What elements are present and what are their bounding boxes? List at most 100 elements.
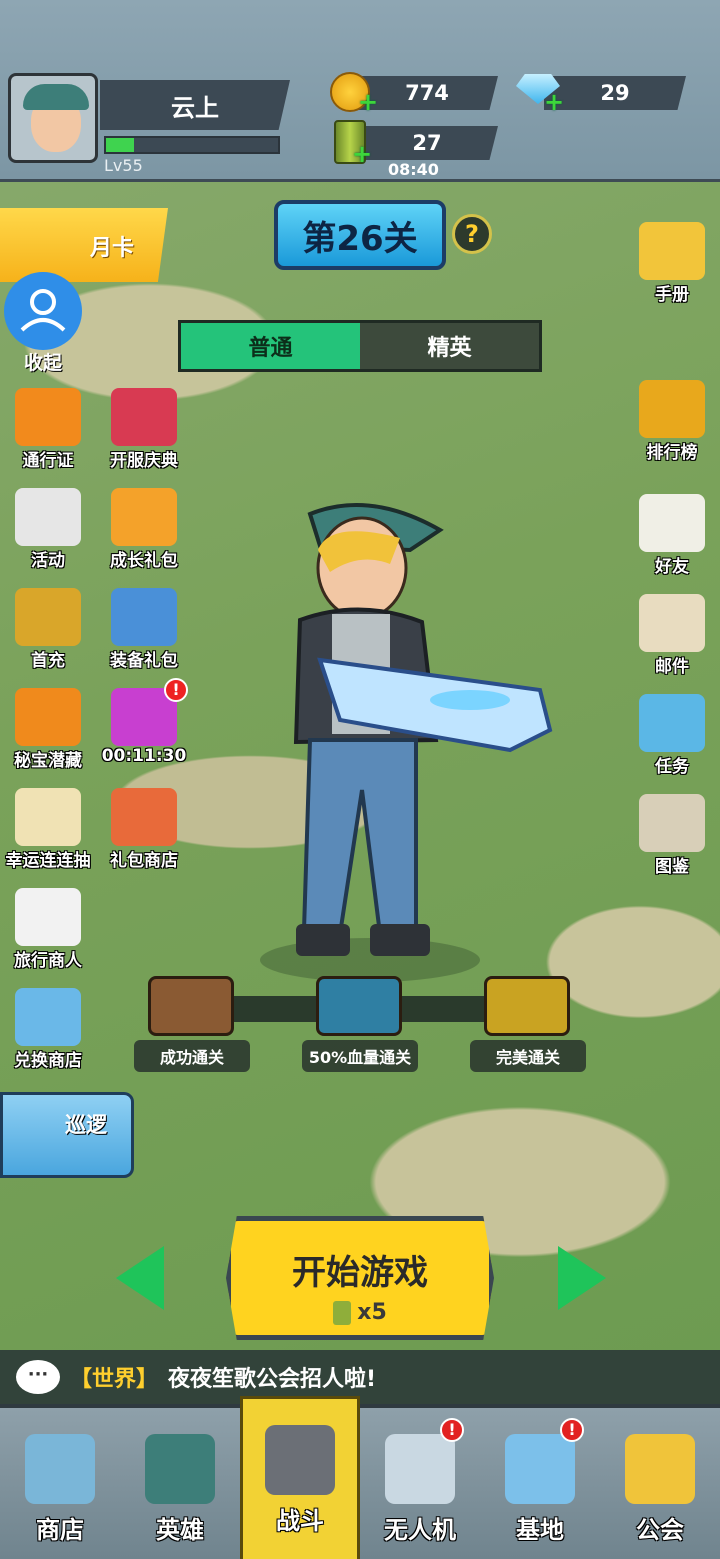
tasks-icon (639, 694, 705, 752)
start-game-label: 开始游戏 (292, 1253, 428, 1293)
hero-character (260, 503, 553, 982)
chat-message: 夜夜笙歌公会招人啦! (168, 1367, 377, 1392)
reward-chest-icon[interactable] (484, 976, 570, 1036)
collapse-button[interactable] (4, 272, 82, 350)
difficulty-tabs: 普通 精英 (178, 320, 542, 372)
xp-bar (104, 136, 280, 154)
chat-ticker[interactable]: ··· 【世界】 夜夜笙歌公会招人啦! (0, 1350, 720, 1404)
prev-stage-arrow-icon[interactable] (116, 1246, 164, 1310)
left-menu-gift-shop[interactable]: 礼包商店 (96, 788, 192, 871)
handbook-icon (639, 222, 705, 280)
left-menu-label: 秘宝潜藏 (14, 751, 82, 771)
reward-label: 成功通关 (134, 1040, 250, 1072)
chat-bubble-icon: ··· (16, 1360, 60, 1394)
left-menu-label: 首充 (31, 651, 65, 671)
left-menu-label: 礼包商店 (110, 851, 178, 871)
gift-shop-icon (111, 788, 177, 846)
reward-chest-icon[interactable] (148, 976, 234, 1036)
left-menu-activity-megaphone[interactable]: 活动 (0, 488, 96, 571)
shop-icon (25, 1434, 95, 1504)
base-dome-icon (505, 1434, 575, 1504)
stage-title: 第26关 (274, 200, 446, 270)
left-menu-first-recharge-chest[interactable]: 首充 (0, 588, 96, 671)
left-menu-label: 开服庆典 (110, 451, 178, 471)
left-menu-lucky-wheel[interactable]: 幸运连连抽 (0, 788, 96, 871)
help-button[interactable]: ? (452, 214, 492, 254)
left-menu-mystery-gift[interactable]: 秘宝潜藏 (0, 688, 96, 771)
left-menu-label: 成长礼包 (110, 551, 178, 571)
player-level: Lv55 (104, 156, 143, 175)
bottom-navigation: 商店 英雄 战斗 无人机! 基地! 公会 (0, 1396, 720, 1559)
add-energy-button[interactable]: + (352, 142, 372, 166)
right-menu-mail[interactable]: 邮件 (624, 594, 720, 677)
lucky-wheel-icon (15, 788, 81, 846)
start-game-button[interactable]: 开始游戏 x5 (226, 1216, 494, 1340)
left-menu-travel-merchant[interactable]: 旅行商人 (0, 888, 96, 971)
start-game-cost: x5 (231, 1300, 489, 1325)
right-menu-friends[interactable]: 好友 (624, 494, 720, 577)
activity-megaphone-icon (15, 488, 81, 546)
left-menu-label: 00:11:30 (101, 746, 187, 766)
nav-label: 无人机 (384, 1516, 456, 1544)
drone-icon (385, 1434, 455, 1504)
nav-label: 公会 (636, 1516, 684, 1544)
energy-timer: 08:40 (388, 160, 439, 179)
right-menu-label: 好友 (655, 557, 689, 577)
right-menu-leaderboard[interactable]: 排行榜 (624, 380, 720, 463)
alert-badge-icon: ! (440, 1418, 464, 1442)
right-menu-handbook[interactable]: 手册 (624, 222, 720, 305)
right-menu-label: 任务 (655, 757, 689, 777)
nav-label: 基地 (516, 1516, 564, 1544)
energy-counter: 27 (356, 126, 498, 160)
left-menu-equipment-gift[interactable]: 装备礼包 (96, 588, 192, 671)
travel-merchant-icon (15, 888, 81, 946)
left-menu-exchange-shop[interactable]: 兑换商店 (0, 988, 96, 1071)
equipment-gift-icon (111, 588, 177, 646)
pass-gift-icon (15, 388, 81, 446)
growth-gift-icon (111, 488, 177, 546)
user-icon (20, 289, 66, 332)
nav-rifle[interactable]: 战斗 (240, 1396, 360, 1559)
right-menu-label: 邮件 (655, 657, 689, 677)
left-menu-label: 通行证 (22, 451, 74, 471)
nav-label: 商店 (36, 1516, 84, 1544)
left-menu-growth-gift[interactable]: 成长礼包 (96, 488, 192, 571)
reward-chest-icon[interactable] (316, 976, 402, 1036)
add-gems-button[interactable]: + (544, 90, 564, 114)
avatar-cap (23, 84, 89, 110)
player-avatar[interactable] (8, 73, 98, 163)
friends-icon (639, 494, 705, 552)
rifle-icon (265, 1425, 335, 1495)
month-card-button[interactable]: 月卡 (0, 208, 168, 282)
left-menu-label: 幸运连连抽 (5, 851, 91, 871)
right-menu-tasks[interactable]: 任务 (624, 694, 720, 777)
add-coins-button[interactable]: + (358, 90, 378, 114)
next-stage-arrow-icon[interactable] (558, 1246, 606, 1310)
right-menu-label: 图鉴 (655, 857, 689, 877)
nav-guild-shield[interactable]: 公会 (600, 1408, 720, 1559)
start-cost-value: x5 (357, 1300, 387, 1325)
left-menu-label: 装备礼包 (110, 651, 178, 671)
collapse-label: 收起 (24, 352, 63, 374)
right-menu-label: 排行榜 (646, 443, 698, 463)
alert-badge-icon: ! (164, 678, 188, 702)
left-menu-label: 活动 (31, 551, 65, 571)
month-card-label: 月卡 (90, 236, 135, 261)
right-menu-label: 手册 (655, 285, 689, 305)
nav-hero[interactable]: 英雄 (120, 1408, 240, 1559)
guild-shield-icon (625, 1434, 695, 1504)
nav-base-dome[interactable]: 基地! (480, 1408, 600, 1559)
patrol-button[interactable]: 巡逻 (0, 1092, 134, 1178)
nav-shop[interactable]: 商店 (0, 1408, 120, 1559)
xp-bar-fill (106, 138, 134, 152)
exchange-shop-icon (15, 988, 81, 1046)
left-menu-celebration-chest[interactable]: 开服庆典 (96, 388, 192, 471)
leaderboard-icon (639, 380, 705, 438)
tab-normal[interactable]: 普通 (181, 323, 360, 369)
nav-drone[interactable]: 无人机! (360, 1408, 480, 1559)
left-menu-pass-gift[interactable]: 通行证 (0, 388, 96, 471)
tab-elite[interactable]: 精英 (360, 323, 539, 369)
collection-icon (639, 794, 705, 852)
alert-badge-icon: ! (560, 1418, 584, 1442)
right-menu-collection[interactable]: 图鉴 (624, 794, 720, 877)
